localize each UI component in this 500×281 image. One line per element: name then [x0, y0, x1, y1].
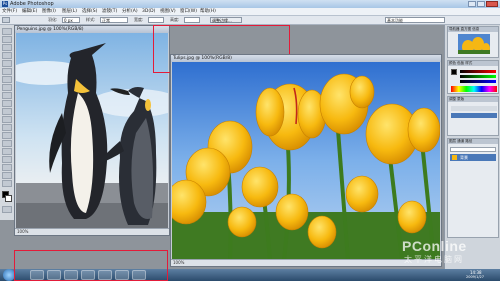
background-color-swatch[interactable]: [5, 195, 12, 202]
height-input[interactable]: [184, 17, 200, 23]
quick-mask-icon[interactable]: [2, 206, 12, 213]
menu-image[interactable]: 图像(I): [42, 9, 56, 14]
adjustments-panel-tabs[interactable]: 调整 蒙版: [448, 97, 498, 102]
refine-edge-button[interactable]: 调整边缘...: [210, 17, 242, 23]
healing-brush-tool-icon[interactable]: [2, 76, 12, 83]
marquee-tool-preset-icon[interactable]: [2, 17, 10, 23]
shape-tool-icon[interactable]: [2, 164, 12, 171]
zoom-tool-icon[interactable]: [2, 180, 12, 187]
options-bar: 羽化: 0 px 样式: 正常 宽度: 高度: 调整边缘... 基本功能: [0, 16, 500, 25]
menu-analysis[interactable]: 分析(A): [122, 9, 138, 14]
width-label: 宽度:: [134, 17, 144, 22]
title-bar: Ps Adobe Photoshop: [0, 0, 500, 8]
window-title: Adobe Photoshop: [10, 1, 54, 7]
move-tool-icon[interactable]: [2, 28, 12, 35]
dodge-tool-icon[interactable]: [2, 132, 12, 139]
adjustments-panel: 调整 蒙版: [447, 96, 499, 136]
navigator-thumbnail[interactable]: [458, 34, 490, 54]
navigator-panel: 导航器 直方图 信息: [447, 26, 499, 58]
menu-filter[interactable]: 滤镜(T): [102, 9, 117, 14]
marquee-tool-icon[interactable]: [2, 36, 12, 43]
gradient-tool-icon[interactable]: [2, 116, 12, 123]
close-button[interactable]: [486, 1, 498, 7]
workspace-switcher[interactable]: 基本功能: [385, 17, 445, 23]
taskbar-date: 2009/1/27: [466, 275, 484, 279]
minimize-button[interactable]: [468, 1, 476, 7]
blur-tool-icon[interactable]: [2, 124, 12, 131]
lasso-tool-icon[interactable]: [2, 44, 12, 51]
color-panel: 颜色 色板 样式: [447, 60, 499, 94]
menu-bar: 文件(F) 编辑(E) 图像(I) 图层(L) 选择(S) 滤镜(T) 分析(A…: [0, 8, 500, 16]
layers-panel-tabs[interactable]: 图层 通道 路径: [448, 139, 498, 144]
menu-3d[interactable]: 3D(D): [142, 9, 155, 14]
width-input[interactable]: [148, 17, 164, 23]
panels-dock: 导航器 直方图 信息 颜色 色板 样式 调整 蒙版 图层 通道 路径 背景: [444, 25, 500, 269]
blue-slider[interactable]: [460, 80, 496, 83]
pen-tool-icon[interactable]: [2, 140, 12, 147]
tulips-canvas[interactable]: [172, 62, 440, 260]
menu-layer[interactable]: 图层(L): [62, 9, 77, 14]
type-tool-icon[interactable]: [2, 148, 12, 155]
style-select[interactable]: 正常: [100, 17, 128, 23]
eyedropper-tool-icon[interactable]: [2, 68, 12, 75]
penguins-canvas[interactable]: [16, 33, 168, 229]
watermark-brand: PConline: [402, 238, 467, 254]
layer-name: 背景: [460, 155, 468, 160]
history-brush-tool-icon[interactable]: [2, 100, 12, 107]
blend-mode-select[interactable]: [450, 147, 496, 152]
crop-tool-icon[interactable]: [2, 60, 12, 67]
menu-window[interactable]: 窗口(W): [180, 9, 197, 14]
eraser-tool-icon[interactable]: [2, 108, 12, 115]
menu-help[interactable]: 帮助(H): [200, 9, 216, 14]
brush-tool-icon[interactable]: [2, 84, 12, 91]
hand-tool-icon[interactable]: [2, 172, 12, 179]
layers-panel: 图层 通道 路径 背景: [447, 138, 499, 238]
style-label: 样式:: [86, 17, 96, 22]
photoshop-logo-icon: Ps: [2, 1, 8, 7]
red-slider[interactable]: [460, 70, 496, 73]
layer-thumbnail: [452, 155, 457, 160]
menu-file[interactable]: 文件(F): [2, 9, 17, 14]
tulips-document-window[interactable]: Tulips.jpg @ 100%(RGB/8) 100%: [170, 54, 442, 267]
layer-row-background[interactable]: 背景: [450, 154, 496, 161]
panel-foreground-swatch[interactable]: [451, 69, 457, 75]
menu-select[interactable]: 选择(S): [82, 9, 97, 14]
watermark-subtitle: 太平洋电脑网: [404, 255, 464, 264]
path-select-tool-icon[interactable]: [2, 156, 12, 163]
green-slider[interactable]: [460, 75, 496, 78]
clone-stamp-tool-icon[interactable]: [2, 92, 12, 99]
penguins-status-bar: 100%: [15, 228, 169, 235]
tulips-status-bar: 100%: [171, 259, 441, 266]
menu-view[interactable]: 视图(V): [160, 9, 176, 14]
color-ramp[interactable]: [451, 86, 497, 92]
maximize-button[interactable]: [477, 1, 485, 7]
tulips-document-title[interactable]: Tulips.jpg @ 100%(RGB/8): [171, 55, 441, 62]
toolbox: [0, 25, 15, 220]
color-panel-tabs[interactable]: 颜色 色板 样式: [448, 61, 498, 66]
penguins-document-window[interactable]: Penguins.jpg @ 100%(RGB/8) 100%: [14, 25, 170, 236]
navigator-panel-tabs[interactable]: 导航器 直方图 信息: [448, 27, 498, 32]
adjustment-preset-selected[interactable]: [451, 113, 497, 118]
height-label: 高度:: [170, 17, 180, 22]
penguins-document-title[interactable]: Penguins.jpg @ 100%(RGB/8): [15, 26, 169, 33]
adjustment-preset-item[interactable]: [451, 106, 497, 111]
feather-input[interactable]: 0 px: [62, 17, 80, 23]
feather-label: 羽化:: [48, 17, 58, 22]
annotation-taskbar-highlight-box: [14, 250, 168, 281]
quick-select-tool-icon[interactable]: [2, 52, 12, 59]
menu-edit[interactable]: 编辑(E): [22, 9, 37, 14]
